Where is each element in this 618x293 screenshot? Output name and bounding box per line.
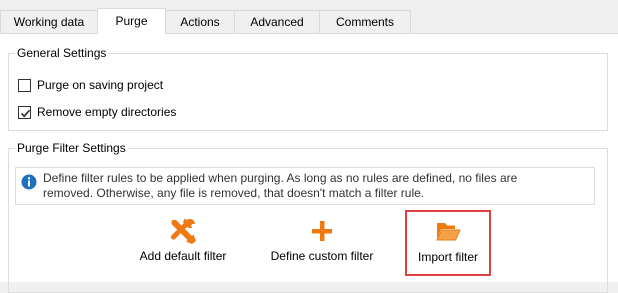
tab-actions[interactable]: Actions [165,10,235,33]
checkbox-label: Remove empty directories [37,105,177,119]
add-default-filter-button[interactable]: Add default filter [127,217,239,269]
action-label: Import filter [417,250,478,264]
general-settings-group: General Settings Purge on saving project… [8,45,608,131]
remove-empty-dirs-checkbox[interactable] [18,105,31,119]
info-box: Define filter rules to be applied when p… [15,167,595,205]
purge-on-saving-checkbox[interactable] [18,78,31,92]
tab-advanced[interactable]: Advanced [234,10,320,33]
purge-filter-settings-group: Purge Filter Settings Define filter rule… [8,140,608,293]
action-label: Define custom filter [270,249,374,263]
info-text-line: Define filter rules to be applied when p… [43,171,518,185]
plus-icon [312,221,332,241]
remove-empty-dirs-checkbox-row[interactable]: Remove empty directories [18,104,176,120]
group-title: General Settings [15,45,109,61]
info-icon [21,174,37,190]
tab-label: Purge [115,14,148,28]
tab-label: Comments [335,15,394,29]
purge-panel: General Settings Purge on saving project… [0,33,618,293]
action-label: Add default filter [139,249,227,263]
info-text: Define filter rules to be applied when p… [43,171,591,201]
tab-purge[interactable]: Purge [97,8,166,34]
tab-strip: Working data Purge Actions Advanced Comm… [0,0,618,34]
checkmark-icon [20,109,31,117]
checkbox-label: Purge on saving project [37,78,164,92]
import-filter-button[interactable]: Import filter [405,210,491,276]
tab-comments[interactable]: Comments [319,10,411,33]
define-custom-filter-button[interactable]: Define custom filter [261,217,383,269]
info-text-line: removed. Otherwise, any file is removed,… [43,186,425,200]
tab-label: Actions [180,15,220,29]
purge-on-saving-checkbox-row[interactable]: Purge on saving project [18,77,163,93]
tab-label: Working data [13,15,85,29]
folder-open-icon [436,223,461,241]
wrench-screwdriver-icon [171,218,196,244]
group-title: Purge Filter Settings [15,140,128,156]
tab-working-data[interactable]: Working data [0,10,98,33]
tab-label: Advanced [250,15,304,29]
